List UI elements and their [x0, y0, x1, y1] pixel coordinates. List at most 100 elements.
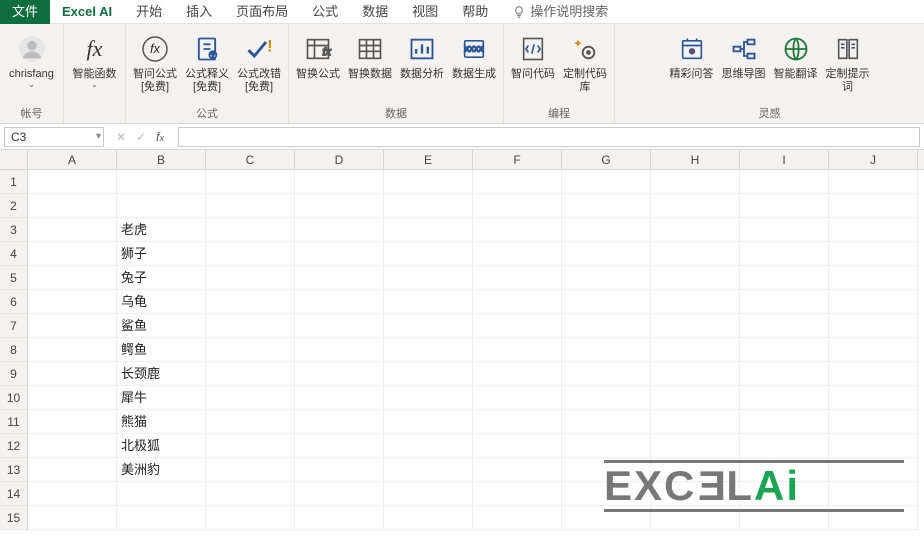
- column-header[interactable]: J: [829, 150, 918, 169]
- cell[interactable]: [740, 266, 829, 290]
- column-header[interactable]: G: [562, 150, 651, 169]
- cell[interactable]: [651, 338, 740, 362]
- cell[interactable]: [117, 170, 206, 194]
- cell[interactable]: [651, 266, 740, 290]
- cell[interactable]: [473, 338, 562, 362]
- cell[interactable]: [829, 386, 918, 410]
- cell[interactable]: [28, 314, 117, 338]
- cell[interactable]: [473, 266, 562, 290]
- row-header[interactable]: 6: [0, 290, 27, 314]
- cell[interactable]: [473, 242, 562, 266]
- tab-view[interactable]: 视图: [400, 0, 450, 24]
- cell[interactable]: [740, 218, 829, 242]
- cell[interactable]: [651, 434, 740, 458]
- cell[interactable]: [562, 314, 651, 338]
- cell[interactable]: [384, 386, 473, 410]
- custom-prompt-button[interactable]: 定制提示词: [823, 30, 873, 96]
- mindmap-button[interactable]: 思维导图: [719, 30, 769, 83]
- custom-code-repo-button[interactable]: 定制代码库: [560, 30, 610, 96]
- row-header[interactable]: 1: [0, 170, 27, 194]
- cell[interactable]: [829, 362, 918, 386]
- row-header[interactable]: 9: [0, 362, 27, 386]
- cell[interactable]: [651, 314, 740, 338]
- interpret-formula-button[interactable]: ? 公式释义 [免费]: [182, 30, 232, 96]
- cell[interactable]: 老虎: [117, 218, 206, 242]
- cell[interactable]: [295, 338, 384, 362]
- row-header[interactable]: 14: [0, 482, 27, 506]
- row-header[interactable]: 7: [0, 314, 27, 338]
- cell[interactable]: [740, 434, 829, 458]
- cell[interactable]: [206, 434, 295, 458]
- cell[interactable]: [829, 482, 918, 506]
- cell[interactable]: [473, 170, 562, 194]
- cell[interactable]: [562, 458, 651, 482]
- cell[interactable]: [206, 290, 295, 314]
- cell[interactable]: [829, 194, 918, 218]
- cell[interactable]: [829, 218, 918, 242]
- cell[interactable]: [384, 506, 473, 530]
- cell[interactable]: [740, 386, 829, 410]
- cell[interactable]: [740, 338, 829, 362]
- cell[interactable]: 狮子: [117, 242, 206, 266]
- ask-code-button[interactable]: 智问代码: [508, 30, 558, 83]
- qa-button[interactable]: 精彩问答: [667, 30, 717, 83]
- cell[interactable]: 鲨鱼: [117, 314, 206, 338]
- cell[interactable]: [384, 458, 473, 482]
- tab-file[interactable]: 文件: [0, 0, 50, 24]
- cell[interactable]: [562, 410, 651, 434]
- select-all-corner[interactable]: [0, 150, 28, 170]
- cell[interactable]: 北极狐: [117, 434, 206, 458]
- cell[interactable]: 鳄鱼: [117, 338, 206, 362]
- cell[interactable]: [473, 194, 562, 218]
- cell[interactable]: [117, 506, 206, 530]
- row-header[interactable]: 5: [0, 266, 27, 290]
- row-header[interactable]: 2: [0, 194, 27, 218]
- swap-data-button[interactable]: 智换数据: [345, 30, 395, 83]
- cell[interactable]: 美洲豹: [117, 458, 206, 482]
- cell[interactable]: [740, 506, 829, 530]
- cell[interactable]: [295, 386, 384, 410]
- cell[interactable]: [740, 410, 829, 434]
- cell[interactable]: [206, 242, 295, 266]
- cell[interactable]: [384, 290, 473, 314]
- cell[interactable]: [28, 362, 117, 386]
- cell[interactable]: [384, 314, 473, 338]
- cell[interactable]: [562, 386, 651, 410]
- ask-formula-button[interactable]: fx 智问公式 [免费]: [130, 30, 180, 96]
- cell[interactable]: [295, 506, 384, 530]
- cells-area[interactable]: 老虎狮子兔子乌龟鲨鱼鳄鱼长颈鹿犀牛熊猫北极狐美洲豹: [28, 170, 924, 544]
- cell[interactable]: [740, 242, 829, 266]
- cell[interactable]: [473, 362, 562, 386]
- cell[interactable]: [473, 482, 562, 506]
- cell[interactable]: [206, 266, 295, 290]
- cell[interactable]: [651, 362, 740, 386]
- cell[interactable]: [28, 194, 117, 218]
- cell[interactable]: 兔子: [117, 266, 206, 290]
- confirm-icon[interactable]: ✓: [136, 130, 146, 144]
- cell[interactable]: [384, 242, 473, 266]
- cell[interactable]: [295, 170, 384, 194]
- cell[interactable]: [562, 362, 651, 386]
- cell[interactable]: [28, 482, 117, 506]
- cell[interactable]: [562, 170, 651, 194]
- cell[interactable]: [562, 242, 651, 266]
- cell[interactable]: [473, 290, 562, 314]
- cell[interactable]: [651, 506, 740, 530]
- cell[interactable]: [473, 434, 562, 458]
- cell[interactable]: [829, 314, 918, 338]
- cell[interactable]: [295, 434, 384, 458]
- row-header[interactable]: 8: [0, 338, 27, 362]
- cell[interactable]: 犀牛: [117, 386, 206, 410]
- cell[interactable]: [117, 482, 206, 506]
- cell[interactable]: [295, 266, 384, 290]
- cell[interactable]: [295, 362, 384, 386]
- tab-excel-ai[interactable]: Excel AI: [50, 0, 124, 24]
- smart-function-button[interactable]: fx 智能函数 ⌄: [70, 30, 120, 92]
- cell[interactable]: [384, 338, 473, 362]
- cell[interactable]: [206, 506, 295, 530]
- cell[interactable]: [473, 386, 562, 410]
- tab-formula[interactable]: 公式: [300, 0, 350, 24]
- analyze-data-button[interactable]: 数据分析: [397, 30, 447, 83]
- cell[interactable]: [206, 194, 295, 218]
- cell[interactable]: [562, 338, 651, 362]
